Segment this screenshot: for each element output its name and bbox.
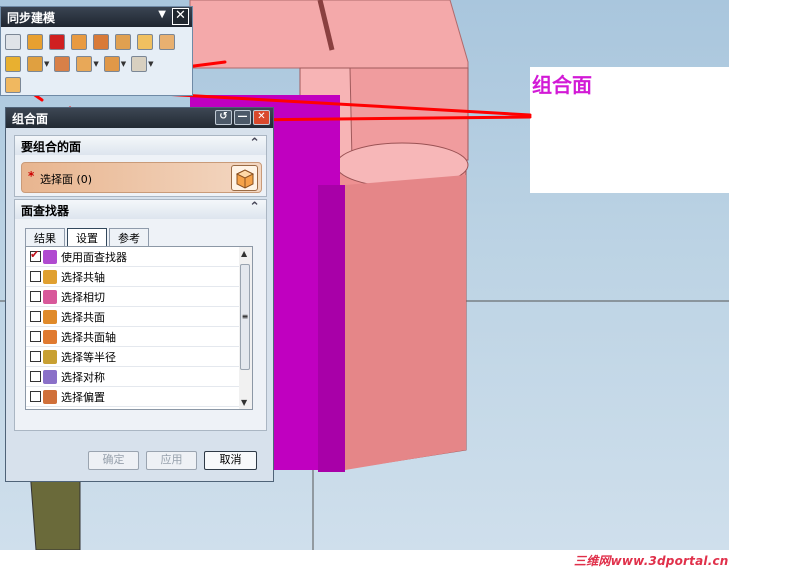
list-item-label: 选择等半径 <box>61 350 116 364</box>
constrain-face-icon[interactable] <box>5 56 21 72</box>
replace-face-icon[interactable] <box>71 34 87 50</box>
tangent-icon <box>43 289 57 304</box>
coaxial-icon <box>43 269 57 284</box>
label-chamfer-icon[interactable] <box>159 34 175 50</box>
resize-blend-icon[interactable] <box>93 34 109 50</box>
pattern-face-icon[interactable] <box>103 56 120 72</box>
list-item-label: 选择共面 <box>61 310 105 324</box>
coaxial-checkbox[interactable] <box>30 271 41 282</box>
ok-button[interactable]: 确定 <box>88 451 139 470</box>
list-item-label: 选择偏置 <box>61 390 105 404</box>
chevron-up-icon[interactable]: ⌃ <box>249 136 260 151</box>
move-face-icon[interactable] <box>5 34 21 50</box>
list-item-label: 选择对称 <box>61 370 105 384</box>
copy-face-icon[interactable] <box>54 56 71 72</box>
dialog-titlebar[interactable]: 组合面 ↺ — ✕ <box>6 108 273 128</box>
offset-checkbox[interactable] <box>30 391 41 402</box>
tab-settings[interactable]: 设置 <box>67 228 107 246</box>
list-item[interactable]: 选择相切 <box>26 287 239 307</box>
face-finder-icon <box>43 249 57 264</box>
cross-section-icon[interactable] <box>76 56 93 72</box>
list-item[interactable]: 选择共轴 <box>26 267 239 287</box>
chevron-down-icon[interactable]: ▼ <box>93 60 98 68</box>
toolbar-title: 同步建模 <box>7 11 56 25</box>
scroll-up-icon[interactable]: ▲ <box>241 249 247 258</box>
list-item[interactable]: 选择对称 <box>26 367 239 387</box>
delete-face-icon[interactable] <box>137 34 153 50</box>
tangent-checkbox[interactable] <box>30 291 41 302</box>
scroll-thumb[interactable]: ≡ <box>240 264 250 370</box>
list-item-label: 选择共轴 <box>61 270 105 284</box>
scroll-down-icon[interactable]: ▼ <box>241 398 247 407</box>
cancel-button[interactable]: 取消 <box>204 451 257 470</box>
finder-tabs: 结果 设置 参考 <box>25 228 151 246</box>
faces-section-header[interactable]: 要组合的面 ⌃ <box>15 136 266 155</box>
tab-results[interactable]: 结果 <box>25 228 65 246</box>
equal-radius-icon <box>43 349 57 364</box>
pull-face-icon[interactable] <box>27 34 43 50</box>
close-icon[interactable]: ✕ <box>253 110 270 125</box>
chevron-down-icon[interactable]: ▼ <box>148 60 153 68</box>
group-face-icon[interactable] <box>5 77 21 93</box>
required-marker: * <box>28 169 35 183</box>
finder-settings-list: 使用面查找器 选择共轴 选择相切 选择共面 选择共面轴 <box>25 246 240 410</box>
symmetric-checkbox[interactable] <box>30 371 41 382</box>
list-item[interactable]: 选择共面轴 <box>26 327 239 347</box>
coplanar-checkbox[interactable] <box>30 311 41 322</box>
shell-body-icon[interactable] <box>131 56 148 72</box>
resize-face-icon[interactable] <box>115 34 131 50</box>
select-face-label: 选择面 (0) <box>40 173 93 186</box>
faces-section-title: 要组合的面 <box>21 140 82 154</box>
reset-icon[interactable]: ↺ <box>215 110 232 125</box>
face-select-icon[interactable] <box>231 165 258 191</box>
apply-button[interactable]: 应用 <box>146 451 197 470</box>
list-item-label: 使用面查找器 <box>61 250 127 264</box>
toolbar-menu-icon[interactable]: ▼ <box>158 9 166 20</box>
offset-region-icon[interactable] <box>49 34 65 50</box>
list-item-label: 选择相切 <box>61 290 105 304</box>
linear-dimension-icon[interactable] <box>27 56 43 72</box>
toolbar-row-1 <box>5 33 181 51</box>
symmetric-icon <box>43 369 57 384</box>
dialog-title: 组合面 <box>12 112 49 126</box>
list-item[interactable]: 选择偏置 <box>26 387 239 407</box>
use-face-finder-checkbox[interactable] <box>30 248 41 262</box>
face-finder-section: 面查找器 ⌃ 结果 设置 参考 使用面查找器 选择共轴 选择相切 <box>14 199 267 431</box>
coplanar-icon <box>43 309 57 324</box>
toolbar-close-icon[interactable]: ✕ <box>172 8 189 25</box>
equal-radius-checkbox[interactable] <box>30 351 41 362</box>
toolbar-row-3 <box>5 76 27 94</box>
list-item[interactable]: 选择等半径 <box>26 347 239 367</box>
list-item[interactable]: 使用面查找器 <box>26 247 239 267</box>
toolbar-titlebar[interactable]: 同步建模 ▼ ✕ <box>1 7 192 27</box>
faces-section: 要组合的面 ⌃ * 选择面 (0) <box>14 135 267 197</box>
list-item[interactable]: 选择共面 <box>26 307 239 327</box>
select-face-field[interactable]: * 选择面 (0) <box>21 162 262 193</box>
chevron-down-icon[interactable]: ▼ <box>44 60 49 68</box>
minimize-icon[interactable]: — <box>234 110 251 125</box>
coplanar-axis-checkbox[interactable] <box>30 331 41 342</box>
toolbar-row-2: ▼ ▼ ▼ ▼ <box>5 55 159 73</box>
face-finder-title: 面查找器 <box>21 204 70 218</box>
tab-reference[interactable]: 参考 <box>109 228 149 246</box>
coplanar-axis-icon <box>43 329 57 344</box>
list-scrollbar[interactable]: ▲ ≡ ▼ <box>239 246 253 410</box>
watermark: 三维网www.3dportal.cn <box>574 554 729 568</box>
offset-icon <box>43 389 57 404</box>
face-finder-header[interactable]: 面查找器 ⌃ <box>15 200 266 219</box>
chevron-up-icon[interactable]: ⌃ <box>249 200 260 215</box>
group-face-dialog: 组合面 ↺ — ✕ 要组合的面 ⌃ * 选择面 (0) 面查找器 ⌃ 结果 设置… <box>5 107 274 482</box>
sync-modeling-toolbar: 同步建模 ▼ ✕ ▼ ▼ ▼ ▼ <box>0 6 193 96</box>
chevron-down-icon[interactable]: ▼ <box>121 60 126 68</box>
list-item-label: 选择共面轴 <box>61 330 116 344</box>
